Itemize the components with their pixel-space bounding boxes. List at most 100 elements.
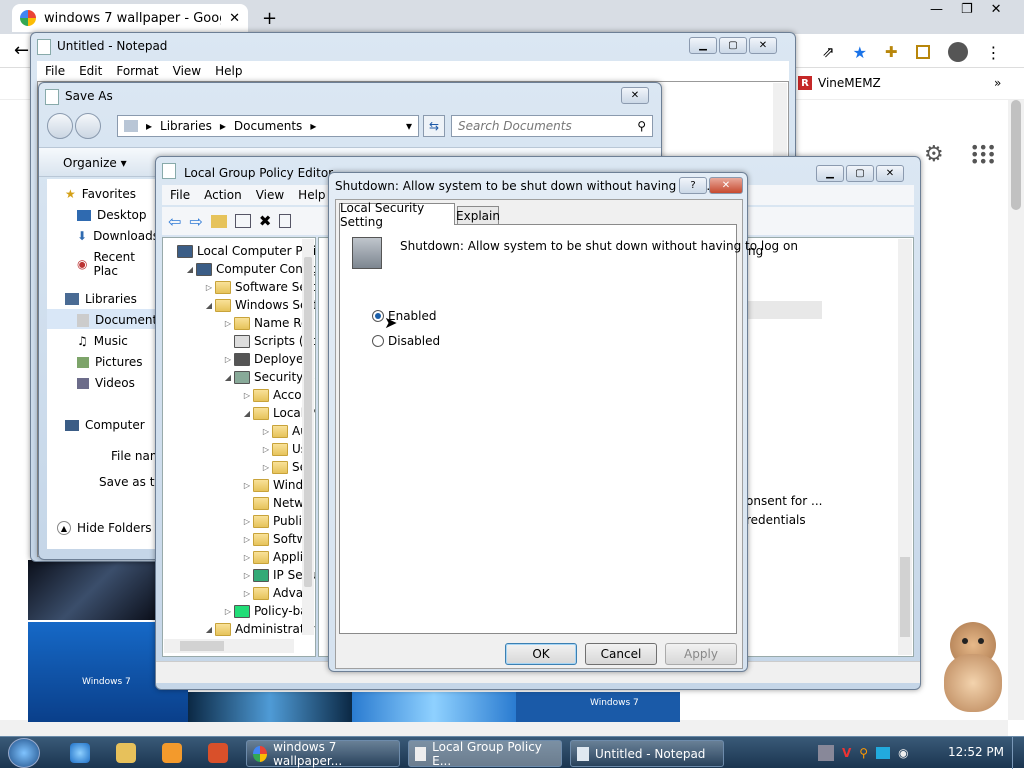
show-hide-tree-icon[interactable] xyxy=(234,214,251,228)
show-desktop-button[interactable] xyxy=(1012,737,1024,769)
tab-explain[interactable]: Explain xyxy=(456,206,500,225)
tray-volume-icon[interactable]: ◉ xyxy=(898,746,908,760)
nav-documents[interactable]: Documents xyxy=(77,313,163,327)
tray-antivirus-icon[interactable]: V xyxy=(842,746,851,760)
ok-button[interactable]: OK xyxy=(505,643,577,665)
tree-node[interactable]: ▷ Accou xyxy=(163,386,309,404)
tree-node[interactable]: ◢ Computer Config xyxy=(163,260,315,278)
tree-scrollbar[interactable] xyxy=(302,239,314,635)
policy-tree[interactable]: Local Computer Polic ◢ Computer Config ▷ Sof… xyxy=(162,237,316,657)
tree-expander-icon[interactable]: ▷ xyxy=(222,607,234,616)
minimize-button[interactable]: ▁ xyxy=(816,165,844,182)
menu-file[interactable]: File xyxy=(45,64,65,78)
close-tab-icon[interactable]: ✕ xyxy=(229,11,240,26)
tree-expander-icon[interactable]: ▷ xyxy=(241,535,253,544)
tree-node[interactable]: ▷ Advan xyxy=(163,584,311,602)
tree-node[interactable]: ▷ Software Setti xyxy=(163,278,315,296)
tree-node[interactable]: ◢ Windows Sett xyxy=(163,296,315,314)
apps-grid-icon[interactable]: ••• ••• ••• xyxy=(970,140,996,170)
more-bookmarks-icon[interactable]: » xyxy=(994,76,1001,90)
tree-node[interactable]: ▷ Softwa xyxy=(163,530,314,548)
minimize-button[interactable]: ▁ xyxy=(689,37,717,54)
clock[interactable]: 12:52 PM xyxy=(948,745,1004,759)
tree-expander-icon[interactable]: ▷ xyxy=(241,589,253,598)
breadcrumb[interactable]: ▸ Libraries ▸ Documents ▸ ▾ xyxy=(117,115,419,137)
policy-properties-dialog[interactable]: Shutdown: Allow system to be shut down w… xyxy=(328,172,798,672)
breadcrumb-libraries[interactable]: Libraries xyxy=(160,119,212,133)
share-icon[interactable]: ⇗ xyxy=(822,43,835,61)
forward-arrow-icon[interactable]: ⇨ xyxy=(189,212,202,231)
maximize-button[interactable]: ▢ xyxy=(846,165,874,182)
close-button[interactable]: ✕ xyxy=(749,37,777,54)
nav-downloads[interactable]: ⬇ Downloads xyxy=(77,229,159,243)
menu-help[interactable]: Help xyxy=(215,64,242,78)
tray-network-icon[interactable] xyxy=(818,745,834,761)
policy-row[interactable]: redentials xyxy=(746,513,806,527)
tree-expander-icon[interactable]: ▷ xyxy=(241,571,253,580)
help-button[interactable]: ? xyxy=(679,177,707,194)
restore-icon[interactable]: ❐ xyxy=(961,2,973,17)
tree-expander-icon[interactable]: ▷ xyxy=(222,319,234,328)
profile-avatar[interactable] xyxy=(947,42,968,62)
nav-libraries[interactable]: Libraries xyxy=(65,292,137,306)
tree-node[interactable]: ◢ Local P xyxy=(163,404,315,422)
nav-desktop[interactable]: Desktop xyxy=(77,208,147,222)
delete-icon[interactable]: ✖ xyxy=(259,212,272,230)
tree-expander-icon[interactable]: ▷ xyxy=(241,481,253,490)
disabled-radio[interactable]: Disabled xyxy=(372,334,440,348)
organize-button[interactable]: Organize ▾ xyxy=(63,156,127,170)
apply-button[interactable]: Apply xyxy=(665,643,737,665)
forward-nav-icon[interactable] xyxy=(75,113,101,139)
tree-node[interactable]: ▷Use xyxy=(163,440,315,458)
taskbar-gpedit[interactable]: Local Group Policy E... xyxy=(408,740,562,768)
menu-format[interactable]: Format xyxy=(116,64,158,78)
nav-music[interactable]: ♫ Music xyxy=(77,334,128,348)
close-button[interactable]: ✕ xyxy=(876,165,904,182)
paint-icon[interactable] xyxy=(208,743,228,763)
wallpaper-thumbnail[interactable]: Windows 7 xyxy=(516,692,680,722)
wallpaper-thumbnail[interactable] xyxy=(188,692,352,722)
tree-node[interactable]: ▷ Au xyxy=(163,422,308,440)
start-button-icon[interactable] xyxy=(8,738,40,768)
taskbar-chrome[interactable]: windows 7 wallpaper... xyxy=(246,740,400,768)
tree-expander-icon[interactable]: ▷ xyxy=(260,445,272,454)
disabled-label[interactable]: Disabled xyxy=(388,334,440,348)
bookmark-star-icon[interactable]: ★ xyxy=(853,43,867,62)
tree-expander-icon[interactable]: ▷ xyxy=(241,391,253,400)
menu-view[interactable]: View xyxy=(256,188,284,202)
tree-node[interactable]: Local Computer Polic xyxy=(163,242,315,260)
tree-node[interactable]: ▷ Policy-bas xyxy=(163,602,314,620)
tray-display-icon[interactable] xyxy=(876,747,891,759)
hide-folders-button[interactable]: ▲ Hide Folders xyxy=(57,521,152,535)
chrome-menu-icon[interactable]: ⋮ xyxy=(986,43,1002,62)
cancel-button[interactable]: Cancel xyxy=(585,643,657,665)
back-nav-icon[interactable] xyxy=(47,113,73,139)
menu-file[interactable]: File xyxy=(170,188,190,202)
up-folder-icon[interactable] xyxy=(210,214,227,228)
search-box[interactable]: Search Documents ⚲ xyxy=(451,115,653,137)
explorer-folder-icon[interactable] xyxy=(116,743,136,763)
tree-expander-icon[interactable]: ▷ xyxy=(241,517,253,526)
tree-expander-icon[interactable]: ▷ xyxy=(260,463,272,472)
menu-view[interactable]: View xyxy=(173,64,201,78)
refresh-icon[interactable]: ⇆ xyxy=(423,115,445,137)
sidepanel-icon[interactable] xyxy=(915,45,930,59)
tree-expander-icon[interactable]: ◢ xyxy=(203,301,215,310)
menu-edit[interactable]: Edit xyxy=(79,64,102,78)
media-player-icon[interactable] xyxy=(162,743,182,763)
tree-expander-icon[interactable]: ▷ xyxy=(222,355,234,364)
browser-tab[interactable]: windows 7 wallpaper - Google Se ✕ xyxy=(12,4,248,32)
new-tab-icon[interactable]: + xyxy=(262,8,277,29)
tree-node[interactable]: ▷ Applic xyxy=(163,548,310,566)
tree-node[interactable]: ▷ Public xyxy=(163,512,309,530)
menu-action[interactable]: Action xyxy=(204,188,242,202)
radio-disabled-icon[interactable] xyxy=(372,335,384,347)
tree-node[interactable]: Netwo xyxy=(163,494,311,512)
nav-pictures[interactable]: Pictures xyxy=(77,355,143,369)
close-button[interactable]: ✕ xyxy=(709,177,743,194)
tree-expander-icon[interactable]: ◢ xyxy=(241,409,253,418)
enabled-radio[interactable]: Enabled xyxy=(372,309,437,323)
back-arrow-icon[interactable]: ⇦ xyxy=(168,212,181,231)
nav-videos[interactable]: Videos xyxy=(77,376,135,390)
nav-recent-places[interactable]: ◉ Recent Plac xyxy=(77,250,159,278)
